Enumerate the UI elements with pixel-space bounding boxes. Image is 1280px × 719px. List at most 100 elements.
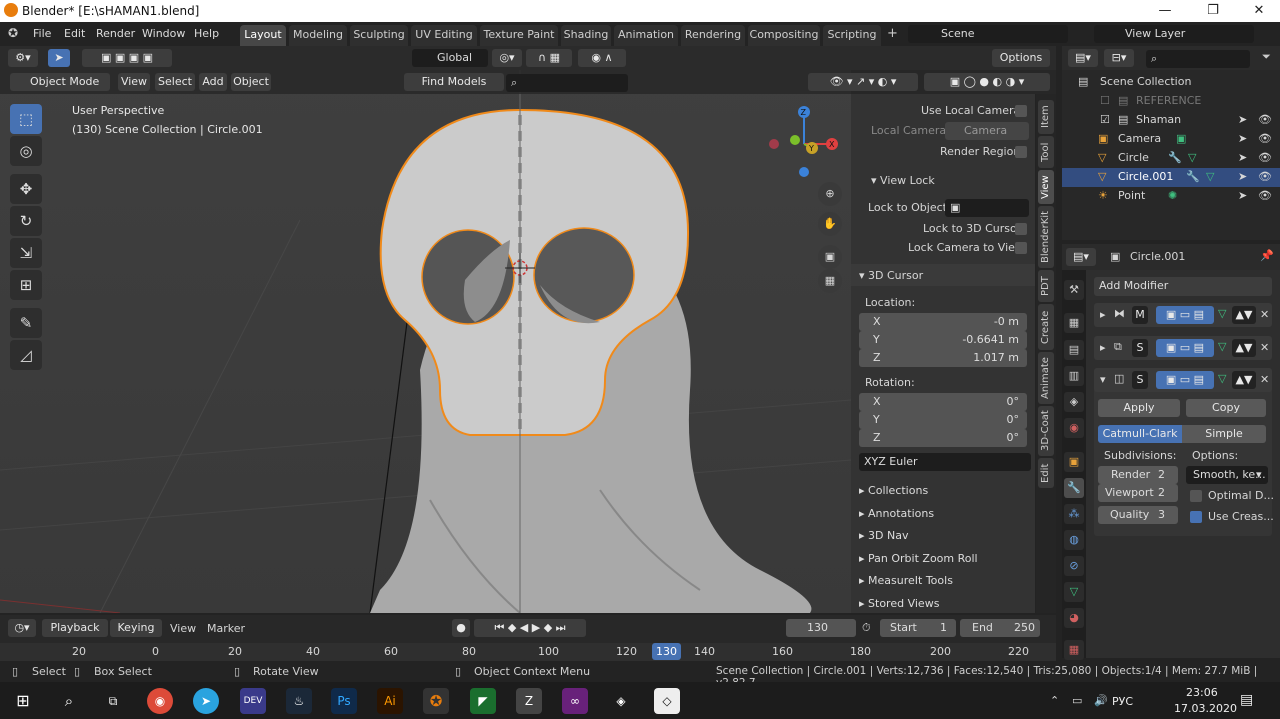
eye-icon[interactable]: 👁 xyxy=(1258,130,1272,148)
3d-cursor-header[interactable]: ▾ 3D Cursor xyxy=(851,264,1035,286)
language-indicator[interactable]: РУС xyxy=(1112,695,1133,708)
tab-animate[interactable]: Animate xyxy=(1038,352,1054,404)
timeline-ruler[interactable]: 20 0 20 40 60 80 100 120 130 140 160 180… xyxy=(0,643,1056,661)
copy-button[interactable]: Copy xyxy=(1186,399,1266,417)
steam-icon[interactable]: ♨ xyxy=(286,688,312,714)
properties-editor-type-icon[interactable]: ▤▾ xyxy=(1066,248,1096,266)
blender-menu-icon[interactable]: ✪ xyxy=(8,26,18,40)
outliner-row-circle-001[interactable]: ▽ Circle.001 🔧 ▽ ➤ 👁 xyxy=(1062,168,1280,187)
measure-tool-icon[interactable]: ◿ xyxy=(10,340,42,370)
current-frame-marker[interactable]: 130 xyxy=(652,643,681,660)
simple-button[interactable]: Simple xyxy=(1182,425,1266,443)
find-models-button[interactable]: Find Models xyxy=(404,73,504,91)
start-frame-field[interactable]: Start 1 xyxy=(880,619,956,637)
data-properties-icon[interactable]: ▽ xyxy=(1064,582,1084,602)
optimal-display-checkbox[interactable] xyxy=(1190,490,1202,502)
texture-properties-icon[interactable]: ▦ xyxy=(1064,640,1084,660)
expand-arrow-icon[interactable]: ▸ xyxy=(1100,308,1106,321)
tab-animation[interactable]: Animation xyxy=(614,25,678,46)
eye-icon[interactable]: 👁 xyxy=(1258,149,1272,167)
current-frame-field[interactable]: 130 xyxy=(786,619,856,637)
tab-blenderkit[interactable]: BlenderKit xyxy=(1038,206,1054,268)
keying-menu[interactable]: Keying xyxy=(110,619,162,637)
physics-properties-icon[interactable]: ◍ xyxy=(1064,530,1084,550)
modifier-visibility-icons[interactable]: ▣ ▭ ▤ xyxy=(1156,339,1214,357)
dev-app-icon[interactable]: DEV xyxy=(240,688,266,714)
outliner-row-scene-collection[interactable]: ▤ Scene Collection xyxy=(1062,73,1280,92)
world-properties-icon[interactable]: ◉ xyxy=(1064,418,1084,438)
eye-icon[interactable]: 👁 xyxy=(1258,187,1272,205)
tab-shading[interactable]: Shading xyxy=(561,25,611,46)
tab-item[interactable]: Item xyxy=(1038,100,1054,134)
visual-studio-icon[interactable]: ∞ xyxy=(562,688,588,714)
tab-compositing[interactable]: Compositing xyxy=(748,25,820,46)
tab-edit[interactable]: Edit xyxy=(1038,458,1054,488)
render-properties-icon[interactable]: ▦ xyxy=(1064,313,1084,333)
select-box-tool-icon[interactable]: ⬚ xyxy=(10,104,42,134)
camera-view-icon[interactable]: ▣ xyxy=(818,245,842,269)
expand-arrow-icon[interactable]: ▸ xyxy=(1100,341,1106,354)
rotation-z-field[interactable]: Z 0° xyxy=(859,429,1027,447)
on-cage-icon[interactable]: ▽ xyxy=(1218,340,1226,353)
task-view-icon[interactable]: ⧉ xyxy=(100,688,126,714)
material-properties-icon[interactable]: ◕ xyxy=(1064,608,1084,628)
stopwatch-icon[interactable]: ⏱ xyxy=(862,621,871,635)
quality-field[interactable]: Quality 3 xyxy=(1098,506,1178,524)
collection-exclude-checkbox[interactable]: ☐ xyxy=(1100,92,1110,110)
options-dropdown[interactable]: Options xyxy=(992,49,1050,67)
lock-to-object-field[interactable]: ▣ xyxy=(945,199,1029,217)
tab-view[interactable]: View xyxy=(1038,170,1054,204)
use-local-camera-checkbox[interactable] xyxy=(1015,105,1027,117)
pan-hand-icon[interactable]: ✋ xyxy=(818,212,842,236)
coat-app-icon[interactable]: ◤ xyxy=(470,688,496,714)
view-layer-properties-icon[interactable]: ▥ xyxy=(1064,366,1084,386)
record-icon[interactable]: ● xyxy=(452,619,470,637)
scene-selector[interactable]: Scene xyxy=(908,25,1068,43)
location-x-field[interactable]: X -0 m xyxy=(859,313,1027,331)
illustrator-icon[interactable]: Ai xyxy=(377,688,403,714)
navigation-gizmo[interactable]: Z X Y xyxy=(768,102,848,192)
outliner-search-input[interactable]: ⌕ xyxy=(1146,50,1250,68)
tab-scripting[interactable]: Scripting xyxy=(823,25,881,46)
select-arrow-icon[interactable]: ➤ xyxy=(1238,187,1247,205)
reorder-arrows-icon[interactable]: ▲▼ xyxy=(1232,306,1256,324)
on-cage-icon[interactable]: ▽ xyxy=(1218,372,1226,385)
clock-date[interactable]: 17.03.2020 xyxy=(1174,702,1237,715)
menu-select[interactable]: Select xyxy=(155,73,195,91)
pan-orbit-section[interactable]: ▸ Pan Orbit Zoom Roll xyxy=(859,552,978,565)
outliner-filter-icon[interactable]: ⊟▾ xyxy=(1104,49,1134,67)
rotation-x-field[interactable]: X 0° xyxy=(859,393,1027,411)
outliner-editor-type-icon[interactable]: ▤▾ xyxy=(1068,49,1098,67)
modifier-subsurf[interactable]: ▾ ◫ S ▣ ▭ ▤ ▽ ▲▼ ✕ xyxy=(1094,368,1272,392)
rotation-mode-dropdown[interactable]: XYZ Euler xyxy=(859,453,1031,471)
timeline-view-menu[interactable]: View xyxy=(170,622,196,635)
volume-icon[interactable]: 🔊 xyxy=(1094,694,1108,707)
modifier-mirror[interactable]: ▸ ⧓ M ▣ ▭ ▤ ▽ ▲▼ ✕ xyxy=(1094,303,1272,327)
lock-to-cursor-checkbox[interactable] xyxy=(1015,223,1027,235)
modifier-solidify[interactable]: ▸ ⧉ S ▣ ▭ ▤ ▽ ▲▼ ✕ xyxy=(1094,336,1272,360)
catmull-clark-button[interactable]: Catmull-Clark xyxy=(1098,425,1182,443)
clock-time[interactable]: 23:06 xyxy=(1186,686,1218,699)
shading-mode-icons[interactable]: ▣ ◯ ● ◐ ◑ ▾ xyxy=(924,73,1050,91)
render-levels-field[interactable]: Render 2 xyxy=(1098,466,1178,484)
3d-viewport[interactable]: User Perspective (130) Scene Collection … xyxy=(0,70,851,613)
blender-taskbar-icon[interactable]: ✪ xyxy=(423,688,449,714)
local-camera-field[interactable]: Camera xyxy=(945,122,1029,140)
annotations-section[interactable]: ▸ Annotations xyxy=(859,507,934,520)
annotate-tool-icon[interactable]: ✎ xyxy=(10,308,42,338)
outliner-row-point[interactable]: ☀ Point ✺ ➤ 👁 xyxy=(1062,187,1280,206)
end-frame-field[interactable]: End 250 xyxy=(960,619,1040,637)
playback-menu[interactable]: Playback xyxy=(42,619,108,637)
viewport-overlays-icons[interactable]: 👁 ▾ ↗ ▾ ◐ ▾ xyxy=(808,73,918,91)
select-arrow-icon[interactable]: ➤ xyxy=(1238,111,1247,129)
eye-icon[interactable]: 👁 xyxy=(1258,111,1272,129)
photoshop-icon[interactable]: Ps xyxy=(331,688,357,714)
add-modifier-dropdown[interactable]: Add Modifier xyxy=(1094,277,1272,296)
particles-properties-icon[interactable]: ⁂ xyxy=(1064,504,1084,524)
zbrush-icon[interactable]: Z xyxy=(516,688,542,714)
collections-section[interactable]: ▸ Collections xyxy=(859,484,928,497)
outliner-row-shaman[interactable]: ☑ ▤ Shaman ➤ 👁 xyxy=(1062,111,1280,130)
scale-tool-icon[interactable]: ⇲ xyxy=(10,238,42,268)
outliner-filter-funnel-icon[interactable]: ⏷ xyxy=(1262,50,1271,64)
move-tool-icon[interactable]: ✥ xyxy=(10,174,42,204)
